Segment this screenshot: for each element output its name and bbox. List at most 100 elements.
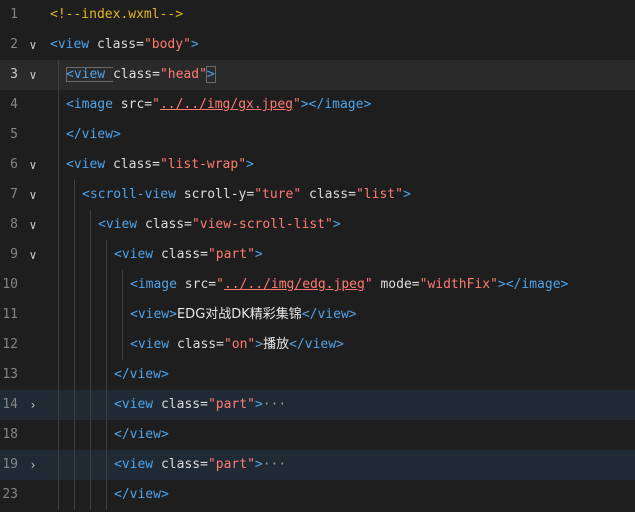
chevron-down-icon[interactable]: ∨ xyxy=(26,210,40,240)
code-text: </view> xyxy=(66,120,121,150)
token-attr: src xyxy=(184,277,209,292)
token-tag: <view> xyxy=(130,307,177,322)
code-text: <view class="on">播放</view> xyxy=(130,330,344,360)
code-line[interactable]: 5 </view> xyxy=(0,120,635,150)
token-eq: = xyxy=(411,277,420,292)
token-tag: </view> xyxy=(301,307,357,322)
code-line[interactable]: 13 </view> xyxy=(0,360,635,390)
line-number: 10 xyxy=(2,277,18,292)
token-attr: class xyxy=(144,217,185,232)
code-text: <view class="part">··· xyxy=(114,450,286,480)
chevron-down-icon[interactable]: ∨ xyxy=(26,240,40,270)
token-tag: </view> xyxy=(114,367,169,382)
token-tag: <view xyxy=(114,457,161,472)
chevron-down-icon[interactable]: ∨ xyxy=(26,150,40,180)
token-eq: = xyxy=(200,397,208,412)
code-text: <view class="view-scroll-list"> xyxy=(98,210,341,240)
line-number: 5 xyxy=(10,127,18,142)
line-number: 18 xyxy=(2,427,18,442)
code-line[interactable]: 7 ∨ <scroll-view scroll-y="ture" class="li… xyxy=(0,180,635,210)
code-text: <image src="../../img/edg.jpeg" mode="wi… xyxy=(130,270,568,300)
token-attr: class xyxy=(160,247,201,262)
indent-guide xyxy=(106,240,107,510)
token-str: "part" xyxy=(207,457,255,472)
code-text: <view class="list-wrap"> xyxy=(66,150,254,180)
chevron-down-icon[interactable]: ∨ xyxy=(26,180,40,210)
token-attr: scroll-y xyxy=(183,187,247,202)
token-tag: > xyxy=(254,397,263,412)
indent-guide xyxy=(122,270,123,360)
token-link: ../../img/edg.jpeg xyxy=(223,277,365,292)
token-tag: <image xyxy=(66,97,121,112)
code-line[interactable]: 6 ∨ <view class="list-wrap"> xyxy=(0,150,635,180)
code-line[interactable]: 8 ∨ <view class="view-scroll-list"> xyxy=(0,210,635,240)
code-line[interactable]: 10 <image src="../../img/edg.jpeg" mode="… xyxy=(0,270,635,300)
token-str: " xyxy=(293,97,301,112)
line-number: 1 xyxy=(10,7,18,22)
token-attr: class xyxy=(112,67,153,82)
line-number: 23 xyxy=(2,487,18,502)
token-eq: = xyxy=(136,37,144,52)
token-text: EDG对战DK精彩集锦 xyxy=(176,307,302,322)
token-tag: <view xyxy=(66,67,113,82)
code-text: <view class="body"> xyxy=(50,30,199,60)
code-line[interactable]: 23 </view> xyxy=(0,480,635,510)
code-text: </view> xyxy=(114,420,169,450)
token-tag: > xyxy=(255,337,264,352)
line-number: 9 xyxy=(10,247,18,262)
code-line[interactable]: 11 <view>EDG对战DK精彩集锦</view> xyxy=(0,300,635,330)
line-number: 14 xyxy=(2,397,18,412)
token-str: "on" xyxy=(223,337,256,352)
token-tag: </view> xyxy=(114,487,169,502)
code-text: </view> xyxy=(114,360,169,390)
code-line[interactable]: 1 <!--index.wxml--> xyxy=(0,0,635,30)
line-number: 4 xyxy=(10,97,18,112)
line-number: 7 xyxy=(10,187,18,202)
token-tag: <scroll-view xyxy=(82,187,184,202)
token-eq: = xyxy=(184,217,192,232)
token-attr: class xyxy=(160,457,201,472)
code-text: <scroll-view scroll-y="ture" class="list… xyxy=(82,180,411,210)
token-attr: class xyxy=(301,187,349,202)
token-attr: class xyxy=(176,337,217,352)
token-tag: <view xyxy=(130,337,177,352)
token-str: "list-wrap" xyxy=(159,157,247,172)
code-text: <!--index.wxml--> xyxy=(50,0,183,30)
token-eq: = xyxy=(348,187,356,202)
chevron-down-icon[interactable]: ∨ xyxy=(26,60,40,90)
token-ell: ··· xyxy=(262,457,287,472)
line-number: 11 xyxy=(2,307,18,322)
line-number: 3 xyxy=(10,67,18,82)
code-line[interactable]: 3 ∨ <view class="head"> xyxy=(0,60,635,90)
token-str: "widthFix" xyxy=(419,277,498,292)
code-text: <image src="../../img/gx.jpeg"></image> xyxy=(66,90,371,120)
token-tag: <image xyxy=(130,277,185,292)
chevron-right-icon[interactable]: › xyxy=(26,450,40,480)
line-number: 8 xyxy=(10,217,18,232)
token-tag: > xyxy=(246,157,254,172)
token-str: " xyxy=(152,97,160,112)
code-line[interactable]: 18 </view> xyxy=(0,420,635,450)
code-line[interactable]: 2 ∨ <view class="body"> xyxy=(0,30,635,60)
code-line[interactable]: 4 <image src="../../img/gx.jpeg"></image> xyxy=(0,90,635,120)
indent-guide xyxy=(58,60,59,510)
token-tag: <view xyxy=(66,157,113,172)
token-tag: ></image> xyxy=(497,277,569,292)
token-attr: class xyxy=(96,37,137,52)
token-eq: = xyxy=(216,337,224,352)
code-text: <view class="part"> xyxy=(114,240,263,270)
token-tag: <view xyxy=(114,397,161,412)
line-number: 12 xyxy=(2,337,18,352)
token-comment: <!--index.wxml--> xyxy=(50,7,184,22)
token-eq: = xyxy=(200,247,208,262)
chevron-right-icon[interactable]: › xyxy=(26,390,40,420)
code-editor[interactable]: 1 <!--index.wxml--> 2 ∨ <view class="body"> 3… xyxy=(0,0,635,512)
token-str: "list" xyxy=(355,187,403,202)
code-line[interactable]: 14 › <view class="part">··· xyxy=(0,390,635,420)
code-line[interactable]: 19 › <view class="part">··· xyxy=(0,450,635,480)
code-line[interactable]: 12 <view class="on">播放</view> xyxy=(0,330,635,360)
token-attr: src xyxy=(120,97,145,112)
code-text: </view> xyxy=(114,480,169,510)
code-line[interactable]: 9 ∨ <view class="part"> xyxy=(0,240,635,270)
chevron-down-icon[interactable]: ∨ xyxy=(26,30,40,60)
